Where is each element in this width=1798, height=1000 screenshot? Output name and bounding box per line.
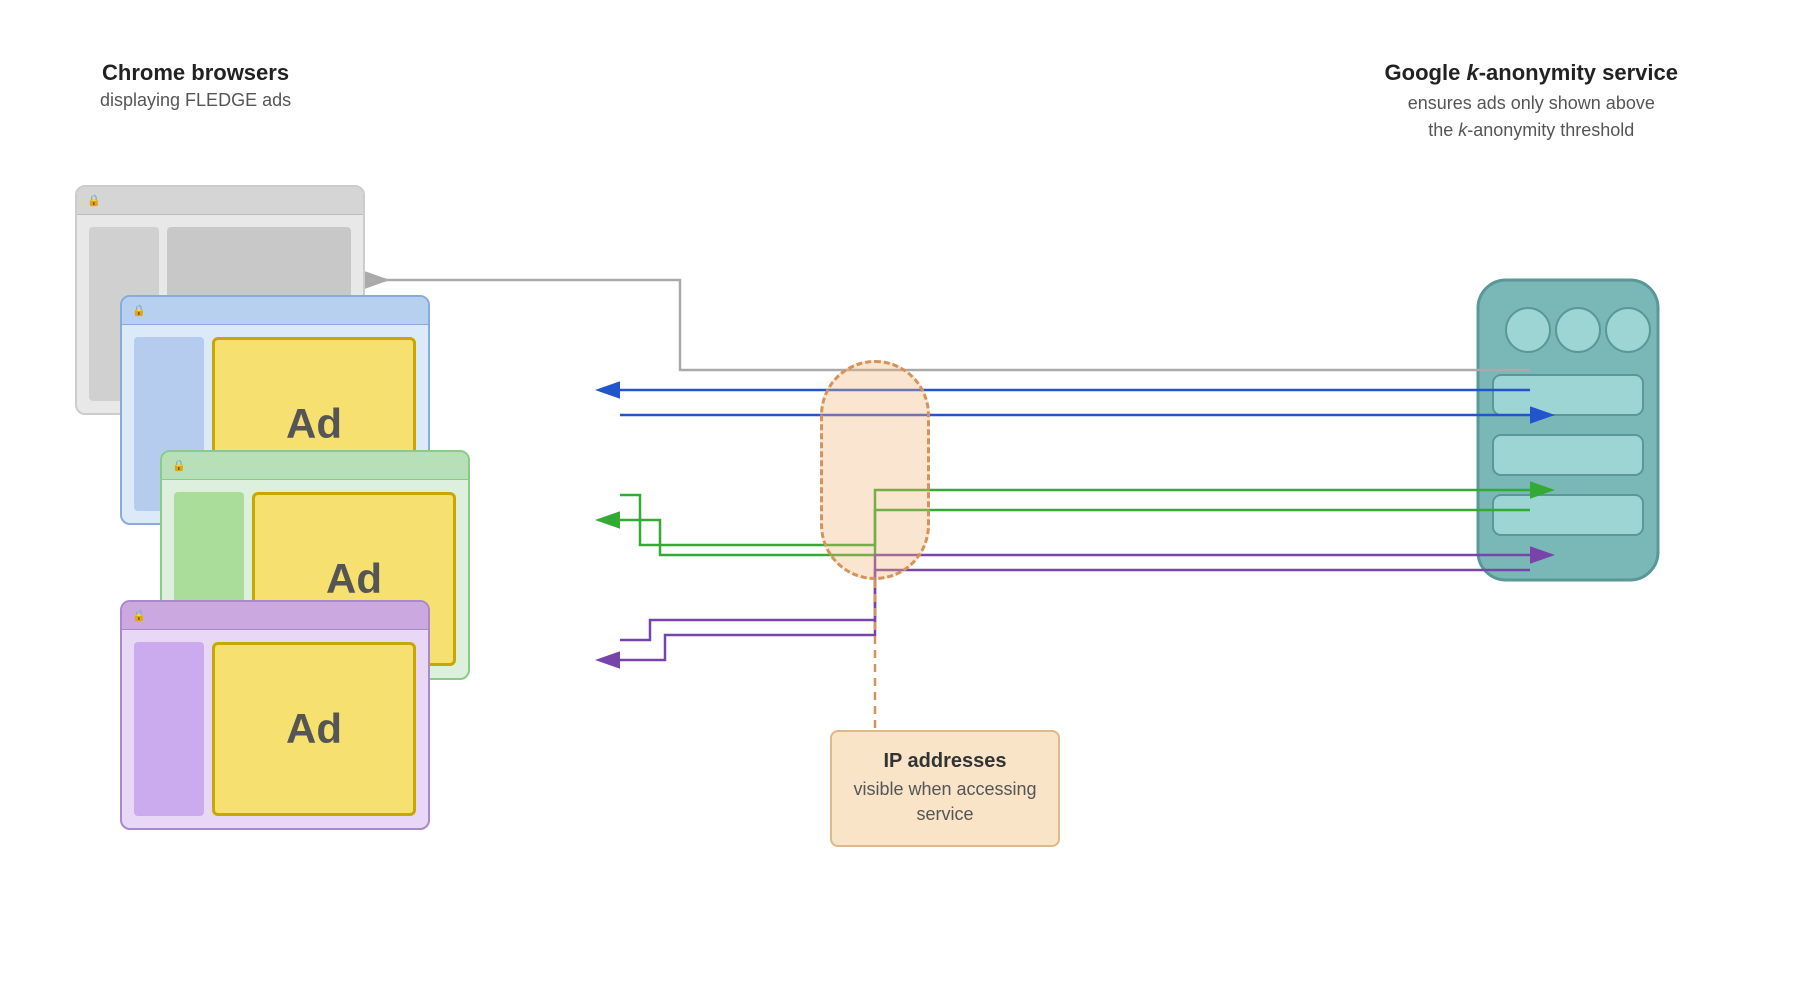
browser-gray-titlebar: 🔒 xyxy=(77,187,363,215)
right-title-sub: ensures ads only shown abovethe k-anonym… xyxy=(1385,90,1678,144)
right-title-block: Google k-anonymity service ensures ads o… xyxy=(1385,60,1678,144)
lock-icon-gray: 🔒 xyxy=(87,194,101,207)
right-title-main: Google k-anonymity service xyxy=(1385,60,1678,86)
server-icon xyxy=(1468,250,1668,610)
lock-icon-blue: 🔒 xyxy=(132,304,146,317)
browser-green-titlebar: 🔒 xyxy=(162,452,468,480)
browser-blue-titlebar: 🔒 xyxy=(122,297,428,325)
ip-note-title: IP addresses xyxy=(852,750,1038,773)
browser-purple-titlebar: 🔒 xyxy=(122,602,428,630)
purple-arrow-right xyxy=(620,555,1530,640)
purple-arrow-left xyxy=(620,570,1530,660)
left-title-block: Chrome browsers displaying FLEDGE ads xyxy=(100,60,291,111)
browser-purple-left-panel xyxy=(134,642,204,816)
left-title-sub: displaying FLEDGE ads xyxy=(100,90,291,111)
green-arrow-left xyxy=(620,510,1530,555)
lock-icon-purple: 🔒 xyxy=(132,609,146,622)
ip-note-box: IP addresses visible when accessing serv… xyxy=(830,730,1060,847)
ad-box-purple: Ad xyxy=(212,642,416,816)
browser-purple: 🔒 Ad xyxy=(120,600,430,830)
browser-purple-content: Ad xyxy=(122,630,428,828)
ip-note-sub: visible when accessing service xyxy=(852,777,1038,827)
gray-arrow xyxy=(365,280,1530,370)
diagram-container: Chrome browsers displaying FLEDGE ads Go… xyxy=(0,0,1798,1000)
ip-bubble xyxy=(820,360,930,580)
left-title-main: Chrome browsers xyxy=(100,60,291,86)
lock-icon-green: 🔒 xyxy=(172,459,186,472)
green-arrow-right xyxy=(620,490,1530,545)
